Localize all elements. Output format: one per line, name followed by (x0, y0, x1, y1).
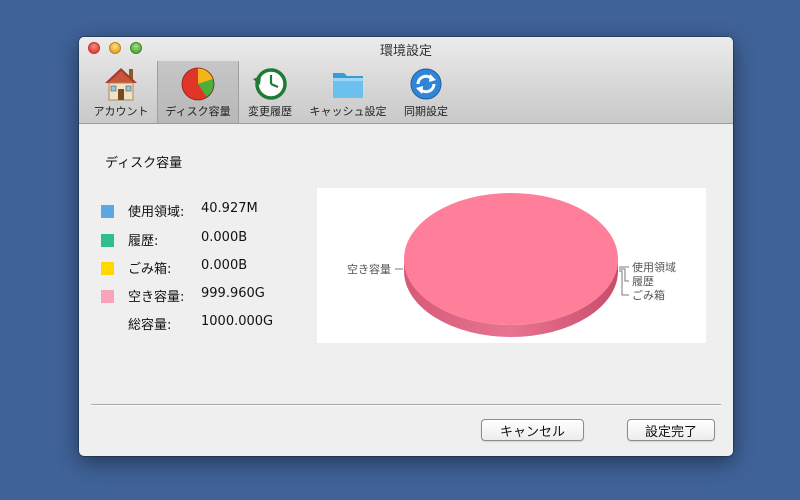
pie-chart-icon (181, 67, 215, 101)
legend-value: 999.960G (201, 286, 265, 301)
leader-trash (619, 270, 629, 296)
legend-label: 使用領域: (128, 205, 185, 220)
window-title: 環境設定 (379, 44, 432, 59)
titlebar: 環境設定 アカウント ディスク容量 変更履歴 キャッシュ設定 同期設定 (79, 37, 733, 124)
legend-swatch (101, 234, 114, 247)
folder-icon (333, 73, 363, 98)
legend-value: 40.927M (201, 201, 258, 216)
cancel-button[interactable]: キャンセル (481, 419, 584, 441)
toolbar-item-label: 変更履歴 (248, 105, 292, 118)
toolbar-item-account[interactable]: アカウント (85, 61, 157, 123)
legend-swatch (101, 290, 114, 303)
legend-swatch (101, 205, 114, 218)
house-icon (105, 68, 137, 101)
legend-value: 1000.000G (201, 314, 274, 329)
legend-value: 0.000B (201, 230, 248, 245)
legend-label: 総容量: (128, 318, 172, 333)
pie-label-trash: ごみ箱 (632, 288, 665, 302)
disk-usage-chart: 空き容量 使用領域 履歴 ごみ箱 (317, 188, 706, 343)
legend-value: 0.000B (201, 258, 248, 273)
pie-slice-free (404, 193, 618, 325)
toolbar-item-label: アカウント (93, 105, 149, 118)
legend-swatch (101, 262, 114, 275)
clock-history-icon (253, 68, 287, 100)
toolbar-item-label: 同期設定 (404, 105, 448, 118)
section-title: ディスク容量 (105, 156, 183, 171)
pie-label-free: 空き容量 (347, 262, 391, 276)
toolbar-item-label: ディスク容量 (165, 105, 231, 118)
legend-label: 履歴: (128, 234, 159, 249)
legend-label: 空き容量: (128, 290, 185, 305)
done-button[interactable]: 設定完了 (627, 419, 715, 441)
toolbar-item-disk-usage[interactable]: ディスク容量 (157, 61, 239, 123)
preferences-window: 環境設定 アカウント ディスク容量 変更履歴 キャッシュ設定 同期設定 ディスク… (79, 37, 733, 456)
toolbar-item-history[interactable]: 変更履歴 (241, 61, 299, 123)
toolbar-item-sync-settings[interactable]: 同期設定 (397, 61, 455, 123)
sync-icon (410, 68, 442, 100)
pie-chart: 空き容量 使用領域 履歴 ごみ箱 (347, 193, 676, 337)
pie-label-history: 履歴 (632, 275, 654, 288)
separator (91, 404, 721, 406)
pie-label-used: 使用領域 (632, 260, 676, 274)
toolbar-item-label: キャッシュ設定 (309, 105, 387, 118)
legend-label: ごみ箱: (128, 262, 172, 277)
toolbar-item-cache-settings[interactable]: キャッシュ設定 (302, 61, 394, 123)
